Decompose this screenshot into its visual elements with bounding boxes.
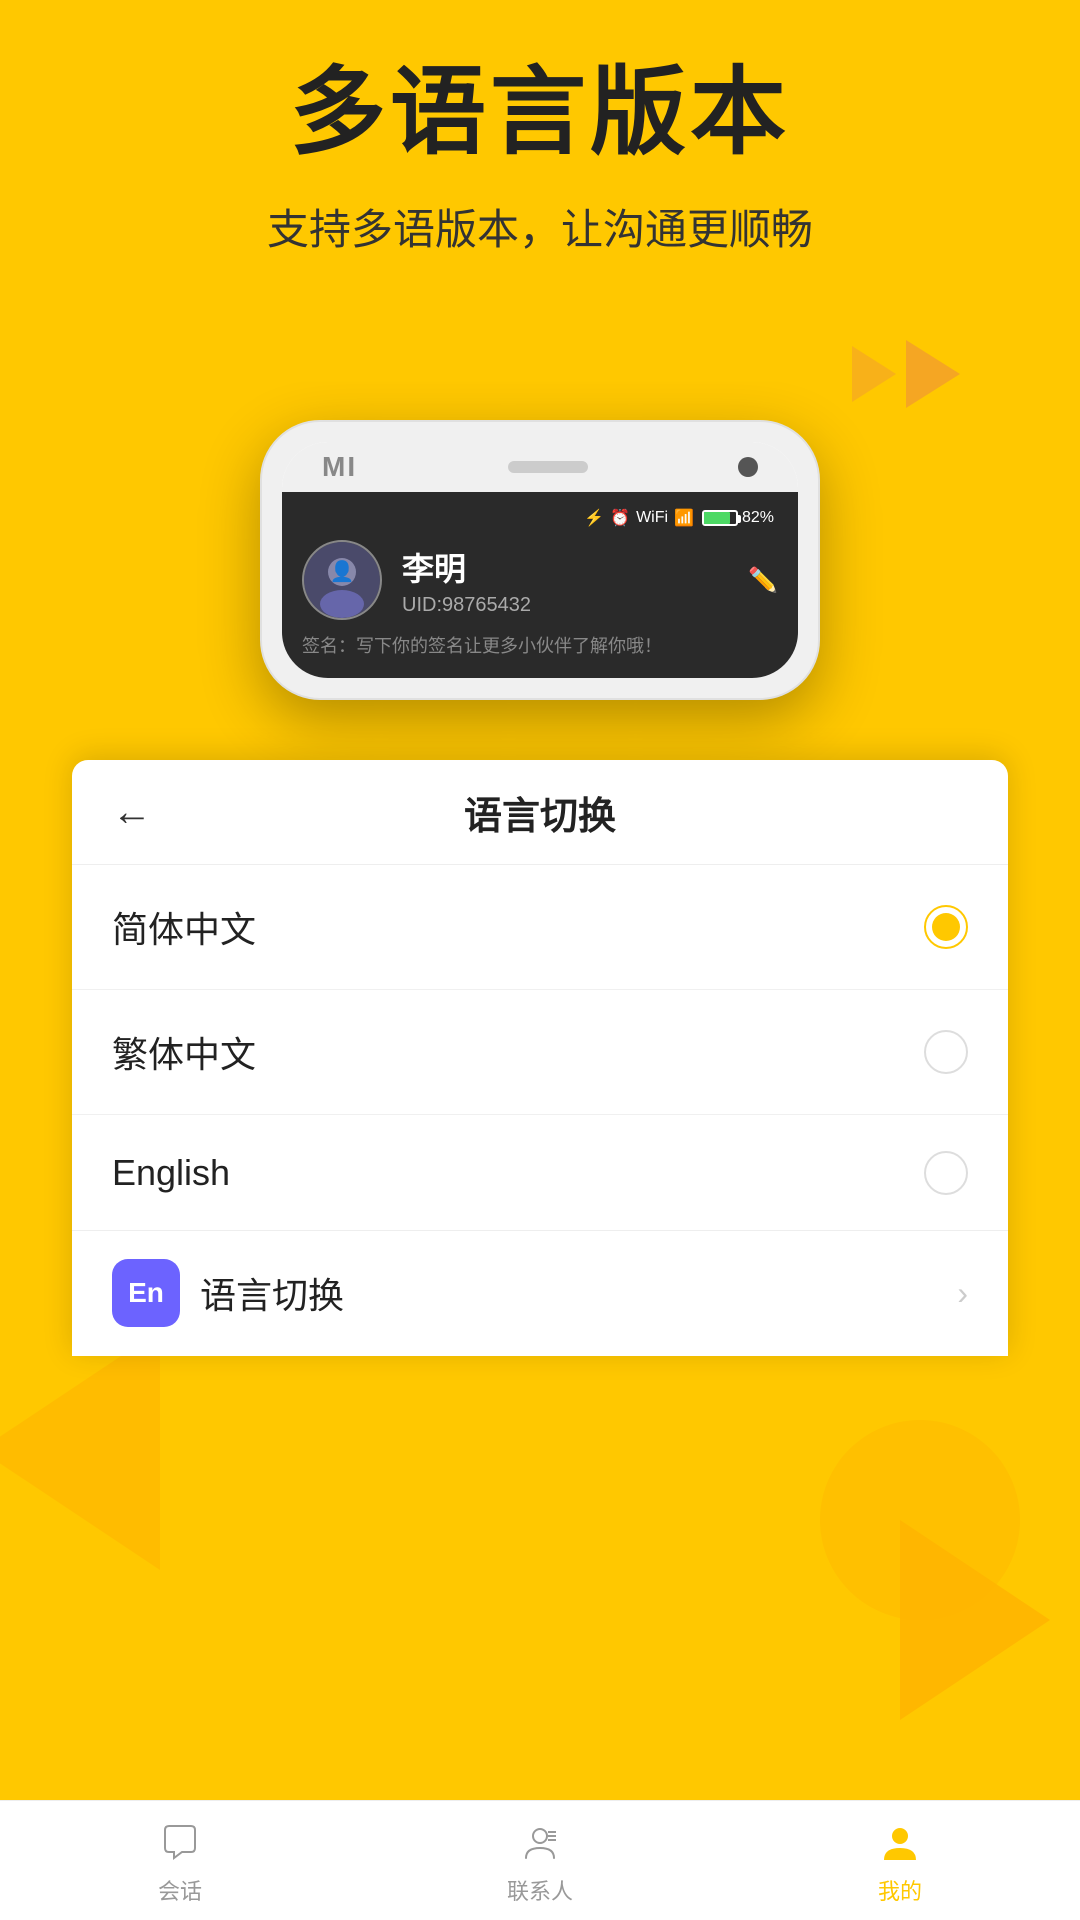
phone-mockup: MI ⚡ ⏰ WiFi 📶 (260, 420, 820, 700)
sub-title: 支持多语版本，让沟通更顺畅 (60, 196, 1020, 257)
battery-bar (702, 510, 738, 526)
user-profile-row: 👤 李明 UID:98765432 ✏️ (302, 540, 778, 620)
svg-text:👤: 👤 (330, 559, 355, 583)
user-name: 李明 (402, 544, 728, 590)
phone-outer: MI ⚡ ⏰ WiFi 📶 (260, 420, 820, 700)
language-icon: En (112, 1259, 180, 1327)
avatar-image: 👤 (304, 542, 380, 618)
phone-inner: MI ⚡ ⏰ WiFi 📶 (282, 442, 798, 678)
back-button[interactable]: ← (112, 792, 152, 832)
edit-icon[interactable]: ✏️ (748, 566, 778, 595)
battery-fill (704, 512, 730, 524)
nav-item-contacts[interactable]: 联系人 (360, 1816, 720, 1906)
bottom-language-entry[interactable]: En 语言切换 › (72, 1230, 1008, 1355)
status-icons: ⚡ ⏰ WiFi 📶 (584, 508, 694, 528)
bluetooth-icon: ⚡ (584, 508, 604, 528)
contacts-icon (514, 1816, 566, 1868)
nav-item-profile[interactable]: 我的 (720, 1816, 1080, 1906)
wifi-icon: WiFi (636, 509, 668, 527)
radio-traditional[interactable] (924, 1030, 968, 1074)
nav-label-contacts: 联系人 (507, 1874, 573, 1906)
alarm-icon: ⏰ (610, 508, 630, 528)
user-avatar: 👤 (302, 540, 382, 620)
chevron-right-icon: › (957, 1275, 968, 1312)
phone-speaker (508, 461, 588, 473)
lang-icon-text: En (128, 1277, 164, 1309)
deco-circle (820, 1420, 1020, 1620)
play-outline-icon (852, 346, 896, 402)
profile-icon (874, 1816, 926, 1868)
user-uid: UID:98765432 (402, 594, 728, 617)
nav-item-chat[interactable]: 会话 (0, 1816, 360, 1906)
nav-label-chat: 会话 (158, 1874, 202, 1906)
bottom-nav: 会话 联系人 我的 (0, 1800, 1080, 1920)
language-name-english: English (112, 1152, 230, 1194)
header-area: 多语言版本 支持多语版本，让沟通更顺畅 (0, 60, 1080, 257)
play-icons-decoration (852, 340, 960, 408)
chat-icon (154, 1816, 206, 1868)
deco-triangle-left (0, 1330, 160, 1570)
language-name-simplified: 简体中文 (112, 901, 256, 953)
language-item-simplified-chinese[interactable]: 简体中文 (72, 865, 1008, 990)
language-name-traditional: 繁体中文 (112, 1026, 256, 1078)
main-title: 多语言版本 (60, 60, 1020, 166)
battery-percent: 82% (742, 509, 774, 527)
status-bar: ⚡ ⏰ WiFi 📶 82% (302, 508, 778, 528)
phone-brand: MI (322, 451, 357, 483)
nav-label-profile: 我的 (878, 1874, 922, 1906)
user-signature: 签名：写下你的签名让更多小伙伴了解你哦！ (302, 632, 778, 658)
language-item-english[interactable]: English (72, 1115, 1008, 1232)
lang-entry-label: 语言切换 (200, 1267, 937, 1319)
phone-top-bar: MI (282, 442, 798, 492)
play-filled-icon (906, 340, 960, 408)
modal-header: ← 语言切换 (72, 760, 1008, 865)
language-item-traditional-chinese[interactable]: 繁体中文 (72, 990, 1008, 1115)
phone-screen: ⚡ ⏰ WiFi 📶 82% (282, 492, 798, 678)
phone-camera (738, 457, 758, 477)
radio-simplified[interactable] (924, 905, 968, 949)
radio-inner-simplified (932, 913, 960, 941)
battery-indicator: 82% (702, 509, 774, 527)
user-info: 李明 UID:98765432 (402, 544, 728, 617)
modal-title: 语言切换 (464, 785, 616, 840)
radio-english[interactable] (924, 1151, 968, 1195)
signal-icon: 📶 (674, 508, 694, 528)
